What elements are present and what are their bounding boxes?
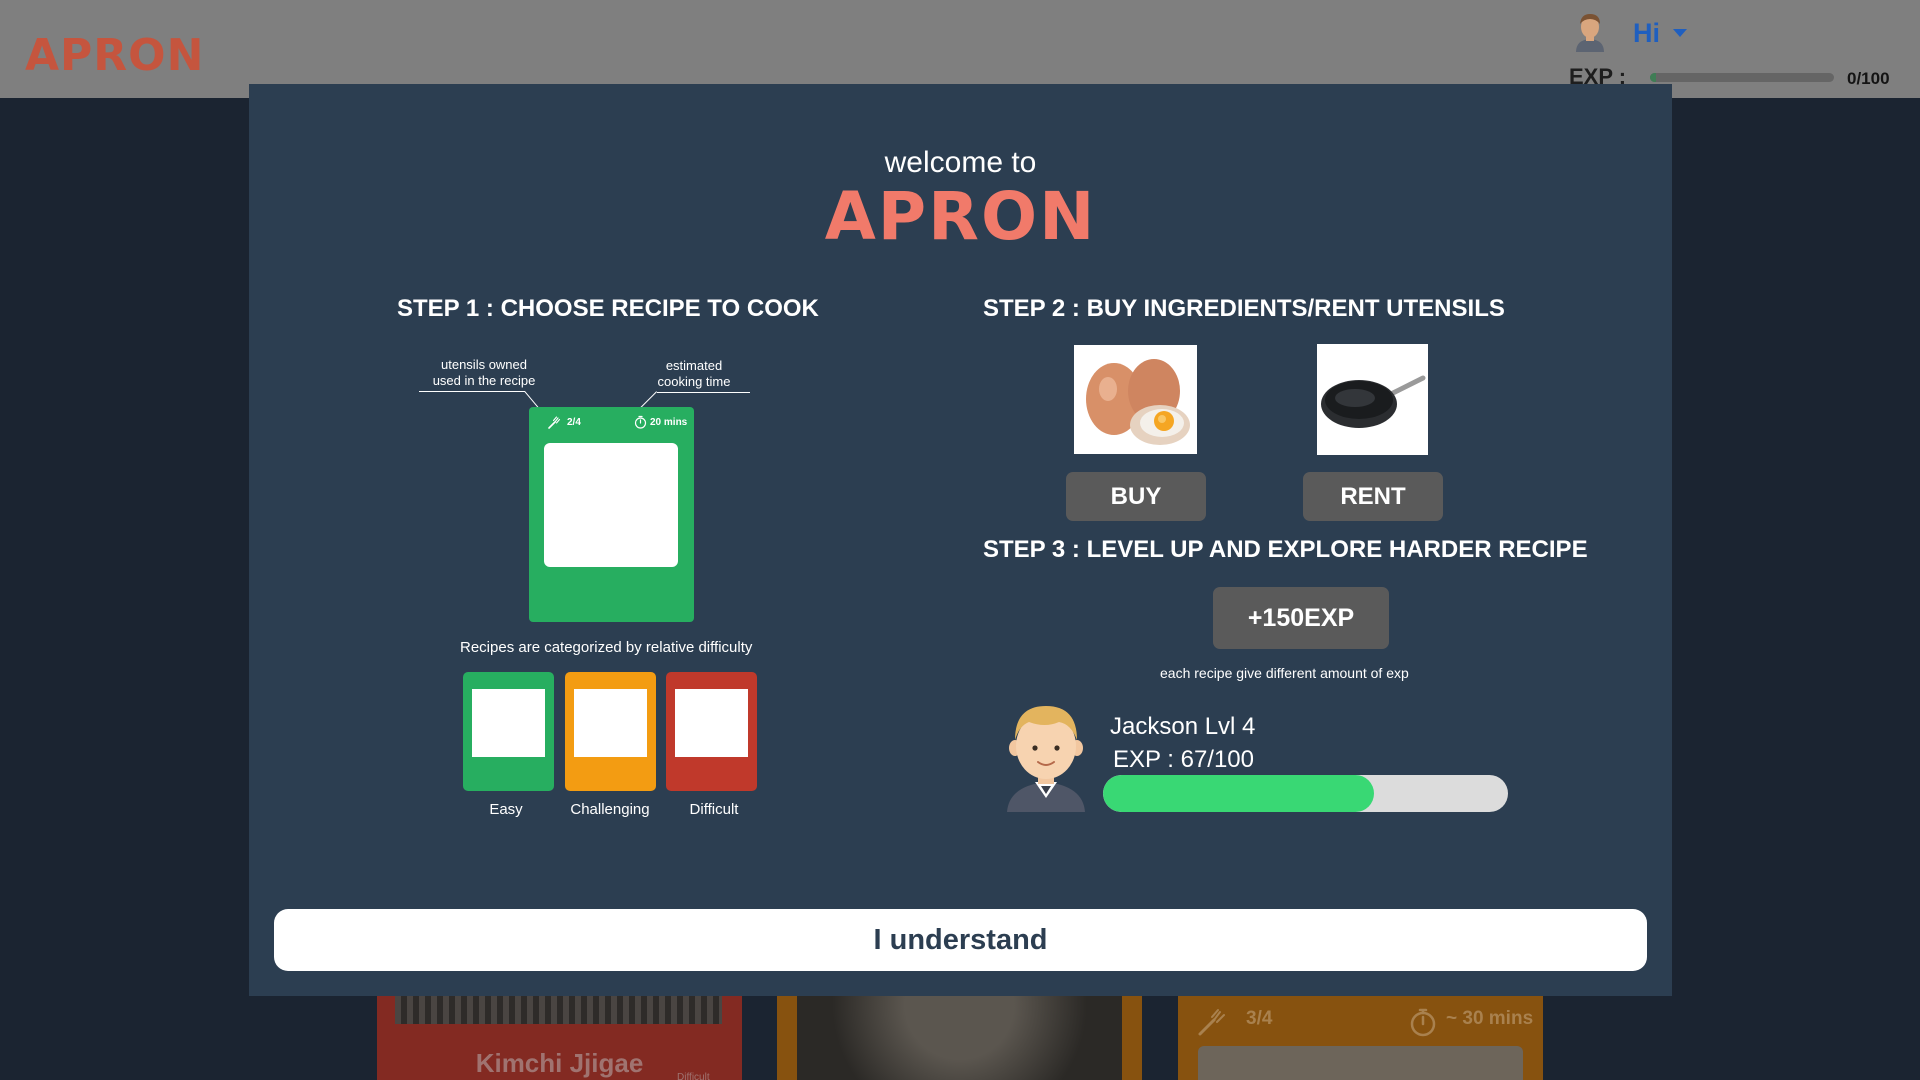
buy-button[interactable]: BUY [1066, 472, 1206, 521]
difficulty-label: Difficult [689, 801, 739, 818]
player-exp-progress-bar [1103, 775, 1508, 812]
user-avatar-icon[interactable] [1572, 12, 1608, 52]
step2-title: STEP 2 : BUY INGREDIENTS/RENT UTENSILS [983, 295, 1505, 322]
time-annotation: estimated cooking time [657, 358, 731, 389]
exp-note: each recipe give different amount of exp [1160, 665, 1409, 681]
annotation-line [419, 391, 525, 392]
eggs-image [1074, 345, 1197, 454]
example-recipe-card: 2/4 20 mins [529, 407, 694, 622]
caret-down-icon[interactable] [1673, 29, 1687, 37]
recipe-image-placeholder [544, 443, 678, 567]
exp-reward-button[interactable]: +150EXP [1213, 587, 1389, 649]
exp-progress-fill [1650, 73, 1656, 82]
difficulty-caption: Recipes are categorized by relative diff… [460, 639, 753, 656]
i-understand-button[interactable]: I understand [274, 909, 1647, 971]
welcome-text: welcome to [884, 146, 1037, 179]
recipe-photo [1198, 1046, 1523, 1080]
player-name-level: Jackson Lvl 4 [1110, 713, 1256, 740]
utensil-count: 3/4 [1246, 1008, 1273, 1029]
timer-icon [634, 415, 647, 429]
recipe-photo [797, 996, 1122, 1080]
modal-logo: APRON [824, 178, 1097, 255]
utensil-icon [548, 416, 561, 429]
difficulty-label: Easy [489, 801, 523, 818]
player-exp: EXP : 67/100 [1113, 746, 1254, 773]
recipe-card[interactable] [777, 996, 1142, 1080]
annotation-line [657, 392, 750, 393]
example-utensil-count: 2/4 [567, 417, 581, 428]
recipe-card[interactable]: Kimchi Jjigae Difficult [377, 996, 742, 1080]
recipe-card[interactable]: 3/4 ~ 30 mins [1178, 996, 1543, 1080]
player-exp-progress-fill [1103, 775, 1375, 812]
exp-progress-bar [1650, 73, 1834, 82]
pan-image [1317, 344, 1428, 455]
difficulty-label: Challenging [570, 801, 650, 818]
utensils-annotation: utensils owned used in the recipe [432, 357, 536, 388]
user-greeting[interactable]: Hi [1633, 18, 1660, 49]
difficulty-badge: Difficult [677, 1072, 710, 1080]
timer-icon [1410, 1008, 1436, 1037]
welcome-modal: welcome to APRON STEP 1 : CHOOSE RECIPE … [249, 84, 1672, 996]
utensil-icon [1198, 1009, 1225, 1036]
difficulty-easy-swatch [463, 672, 554, 791]
recipe-photo [395, 996, 722, 1024]
app-logo[interactable]: APRON [25, 30, 204, 81]
cook-time: ~ 30 mins [1446, 1008, 1534, 1029]
difficulty-difficult-swatch [666, 672, 757, 791]
difficulty-challenging-swatch [565, 672, 656, 791]
exp-value: 0/100 [1847, 69, 1890, 88]
example-cook-time: 20 mins [650, 417, 688, 428]
rent-button[interactable]: RENT [1303, 472, 1443, 521]
chef-avatar-icon [1007, 706, 1085, 812]
step3-title: STEP 3 : LEVEL UP AND EXPLORE HARDER REC… [983, 536, 1588, 563]
step1-title: STEP 1 : CHOOSE RECIPE TO COOK [397, 295, 819, 322]
